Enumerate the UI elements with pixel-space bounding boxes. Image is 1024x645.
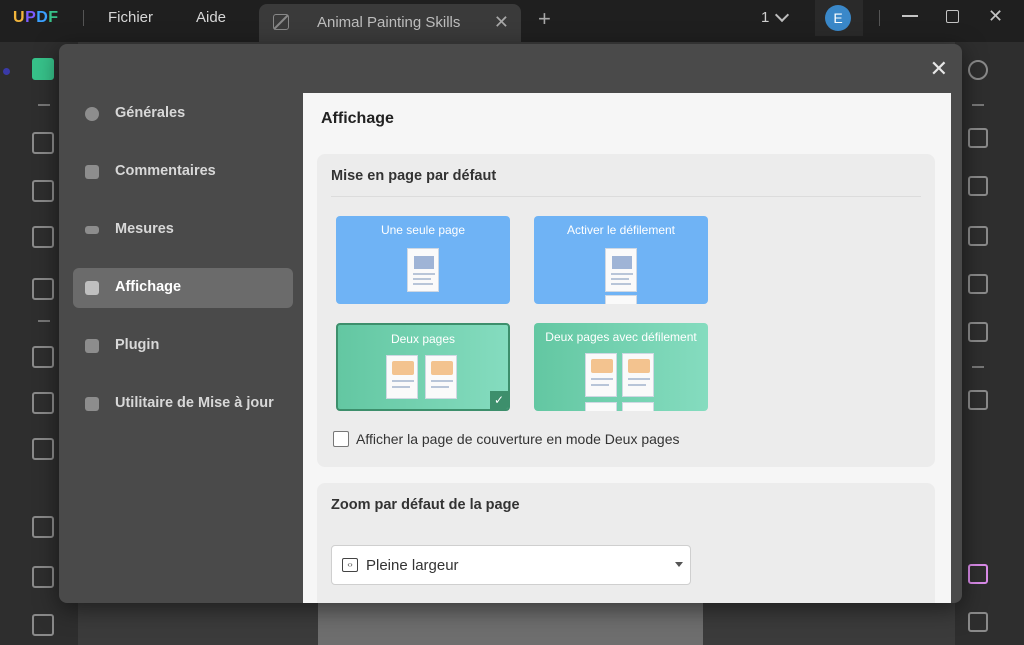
bookmark-icon[interactable]	[32, 566, 54, 588]
document-tab-title: Animal Painting Skills	[317, 14, 461, 31]
two-page-illustration	[386, 355, 418, 399]
two-page-scroll-illustration	[622, 353, 654, 397]
nav-item-plugin[interactable]: Plugin	[73, 326, 293, 366]
nav-label: Générales	[115, 105, 186, 121]
preferences-dialog: ✕ Générales Commentaires Mesures Afficha…	[59, 44, 962, 603]
two-page-illustration	[425, 355, 457, 399]
dropdown-arrow-icon	[675, 562, 683, 567]
close-icon[interactable]: ✕	[930, 56, 948, 82]
puzzle-icon	[85, 339, 99, 353]
convert-icon[interactable]	[32, 438, 54, 460]
document-tab-icon	[273, 14, 289, 30]
crop-icon[interactable]	[32, 392, 54, 414]
reader-icon[interactable]	[32, 58, 54, 80]
ai-assistant-icon[interactable]	[968, 564, 988, 584]
option-label: Deux pages avec défilement	[545, 330, 697, 344]
comment-icon	[85, 165, 99, 179]
preferences-nav: Générales Commentaires Mesures Affichage…	[73, 94, 293, 442]
layout-option-two-pages-scroll[interactable]: Deux pages avec défilement	[534, 323, 708, 411]
settings-panel: Affichage Mise en page par défaut Une se…	[303, 93, 951, 603]
comment-icon[interactable]	[968, 612, 988, 632]
nav-item-commentaires[interactable]: Commentaires	[73, 152, 293, 192]
form-icon[interactable]	[32, 226, 54, 248]
minimize-button[interactable]	[902, 15, 918, 17]
right-toolbar	[955, 42, 1024, 645]
two-page-scroll-illustration	[622, 402, 654, 411]
divider	[83, 10, 84, 26]
status-dot	[3, 68, 10, 75]
nav-label: Affichage	[115, 279, 182, 295]
layout-option-single-page[interactable]: Une seule page	[336, 216, 510, 304]
title-bar: UPDF Fichier Aide Animal Painting Skills…	[0, 0, 1024, 42]
scroll-page-illustration	[605, 248, 637, 292]
updf-logo: UPDF	[13, 9, 59, 26]
divider	[972, 104, 984, 106]
book-icon	[85, 281, 99, 295]
nav-item-utilitaire[interactable]: Utilitaire de Mise à jour	[73, 384, 293, 424]
maximize-button[interactable]	[946, 10, 959, 23]
avatar: E	[825, 5, 851, 31]
document-page	[318, 602, 703, 645]
ocr-icon[interactable]	[968, 128, 988, 148]
protect-icon[interactable]	[968, 226, 988, 246]
zoom-section: Zoom par défaut de la page ‹› Pleine lar…	[317, 483, 935, 603]
single-page-illustration	[407, 248, 439, 292]
section-title: Zoom par défaut de la page	[331, 497, 520, 513]
nav-item-affichage[interactable]: Affichage	[73, 268, 293, 308]
layout-section: Mise en page par défaut Une seule page A…	[317, 154, 935, 467]
two-page-scroll-illustration	[585, 402, 617, 411]
panel-title: Affichage	[321, 110, 394, 127]
nav-item-mesures[interactable]: Mesures	[73, 210, 293, 250]
close-tab-icon[interactable]: ✕	[494, 12, 509, 33]
ruler-icon	[85, 226, 99, 234]
divider	[38, 320, 50, 322]
save-icon[interactable]	[968, 390, 988, 410]
menu-fichier[interactable]: Fichier	[108, 9, 153, 26]
divider	[38, 104, 50, 106]
nav-item-generales[interactable]: Générales	[73, 94, 293, 134]
layers-icon[interactable]	[32, 516, 54, 538]
menu-aide[interactable]: Aide	[196, 9, 226, 26]
email-icon[interactable]	[968, 322, 988, 342]
zoom-select-value: Pleine largeur	[366, 557, 459, 574]
fit-width-icon: ‹›	[342, 558, 358, 572]
chevron-down-icon[interactable]	[774, 7, 790, 23]
selected-check-icon: ✓	[490, 391, 508, 409]
divider	[972, 366, 984, 368]
cover-page-checkbox[interactable]	[333, 431, 349, 447]
attachment-icon[interactable]	[32, 614, 54, 636]
sign-icon[interactable]	[32, 278, 54, 300]
section-title: Mise en page par défaut	[331, 168, 497, 184]
nav-label: Utilitaire de Mise à jour	[115, 395, 274, 411]
layout-option-scroll[interactable]: Activer le défilement	[534, 216, 708, 304]
option-label: Deux pages	[390, 332, 456, 346]
option-label: Une seule page	[380, 223, 466, 237]
search-icon[interactable]	[968, 60, 988, 80]
highlighter-icon[interactable]	[32, 132, 54, 154]
nav-label: Commentaires	[115, 163, 216, 179]
divider	[331, 196, 921, 197]
edit-text-icon[interactable]	[32, 180, 54, 202]
organize-pages-icon[interactable]	[32, 346, 54, 368]
document-tab[interactable]: Animal Painting Skills ✕	[259, 4, 521, 42]
window-count[interactable]: 1	[761, 9, 769, 26]
option-label: Activer le défilement	[566, 223, 676, 237]
share-icon[interactable]	[968, 274, 988, 294]
gear-icon	[85, 107, 99, 121]
zoom-select[interactable]: ‹› Pleine largeur	[331, 545, 691, 585]
close-window-button[interactable]: ✕	[988, 6, 1003, 27]
account-button[interactable]: E	[815, 0, 863, 36]
nav-label: Mesures	[115, 221, 174, 237]
cover-page-checkbox-label: Afficher la page de couverture en mode D…	[356, 431, 680, 447]
scroll-page-illustration	[605, 295, 637, 304]
two-page-scroll-illustration	[585, 353, 617, 397]
layout-option-two-pages[interactable]: Deux pages ✓	[336, 323, 510, 411]
new-tab-button[interactable]: +	[538, 6, 551, 32]
convert-pdf-icon[interactable]	[968, 176, 988, 196]
nav-label: Plugin	[115, 337, 160, 353]
download-icon	[85, 397, 99, 411]
divider	[879, 10, 880, 26]
